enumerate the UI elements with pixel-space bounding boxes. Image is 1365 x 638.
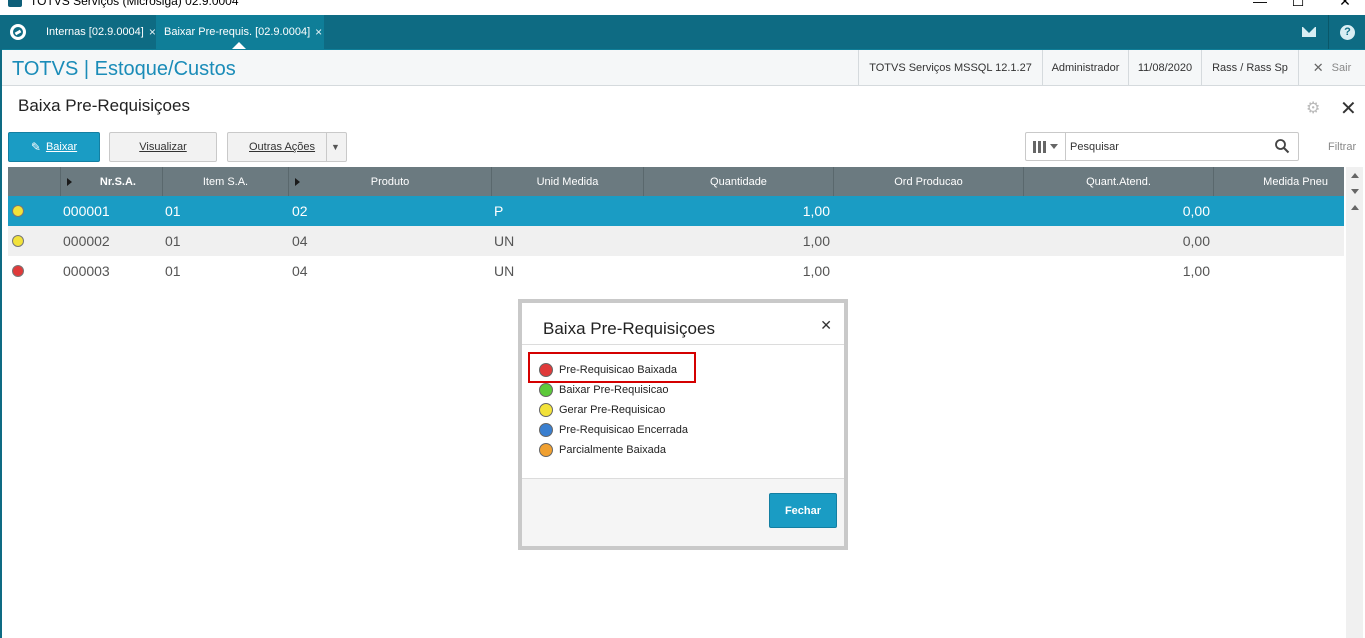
- baixar-label: Baixar: [45, 141, 78, 153]
- status-red-icon[interactable]: [12, 265, 24, 277]
- cell-produto: 04: [292, 233, 308, 249]
- cell-item-sa: 01: [165, 203, 181, 219]
- column-header-ord-producao[interactable]: Ord Producao: [833, 167, 1023, 196]
- scroll-top-icon[interactable]: [1346, 167, 1363, 183]
- totvs-logo-icon[interactable]: [6, 22, 30, 42]
- legend-dialog: Baixa Pre-Requisiçoes ✕ Pre-Requisicao B…: [522, 303, 844, 546]
- module-title: TOTVS | Estoque/Custos: [12, 58, 236, 80]
- divider: [522, 344, 844, 345]
- cell-quantidade: 1,00: [802, 263, 830, 279]
- column-header-medida-pneu[interactable]: Medida Pneu: [1213, 167, 1344, 196]
- search-box: [1025, 132, 1299, 161]
- sort-arrow-icon: [295, 178, 300, 186]
- outras-acoes-label: Outras Ações: [249, 141, 316, 153]
- table-row[interactable]: 000001 01 02 P 1,00 0,00: [8, 196, 1344, 226]
- left-border: [0, 49, 2, 638]
- cell-nr-sa: 000002: [63, 233, 110, 249]
- sort-arrow-icon: [67, 178, 72, 186]
- pencil-icon: ✎: [30, 140, 41, 154]
- columns-selector[interactable]: [1026, 133, 1066, 160]
- search-icon[interactable]: [1274, 138, 1290, 154]
- fechar-button[interactable]: Fechar: [769, 493, 837, 528]
- gear-icon[interactable]: ⚙: [1306, 98, 1320, 118]
- column-header-produto[interactable]: Produto: [288, 167, 491, 196]
- columns-icon: [1033, 140, 1046, 153]
- legend-item-parcial: Parcialmente Baixada: [539, 440, 666, 460]
- date-info[interactable]: 11/08/2020: [1128, 50, 1201, 86]
- user-info[interactable]: Administrador: [1042, 50, 1128, 86]
- visualizar-button[interactable]: Visualizar: [109, 132, 217, 162]
- dropdown-arrow-icon[interactable]: ▼: [326, 133, 344, 161]
- maximize-icon[interactable]: ☐: [1288, 0, 1308, 10]
- tab-bar: Internas [02.9.0004] × Baixar Pre-requis…: [0, 15, 1365, 49]
- table-row[interactable]: 000003 01 04 UN 1,00 1,00: [8, 256, 1344, 286]
- tab-label: Baixar Pre-requis. [02.9.0004]: [164, 26, 311, 38]
- baixar-button[interactable]: ✎ Baixar: [8, 132, 100, 162]
- status-yellow-icon[interactable]: [12, 235, 24, 247]
- legend-item-gerar: Gerar Pre-Requisicao: [539, 400, 665, 420]
- tab-internas[interactable]: Internas [02.9.0004] ×: [38, 15, 156, 49]
- dialog-title: Baixa Pre-Requisiçoes: [543, 319, 715, 338]
- cell-quant-atend: 0,00: [1182, 233, 1210, 249]
- exit-label: Sair: [1331, 62, 1352, 74]
- cell-quantidade: 1,00: [802, 233, 830, 249]
- cell-quant-atend: 1,00: [1182, 263, 1210, 279]
- column-header-nr-sa[interactable]: Nr.S.A.: [60, 167, 162, 196]
- dialog-close-icon[interactable]: ✕: [820, 317, 832, 334]
- column-header-item-sa[interactable]: Item S.A.: [162, 167, 288, 196]
- app-icon: [8, 0, 22, 7]
- grid-header: Nr.S.A. Item S.A. Produto Unid Medida Qu…: [8, 167, 1344, 196]
- orange-status-icon: [539, 443, 553, 457]
- cell-unid-medida: UN: [494, 233, 515, 249]
- table-row[interactable]: 000002 01 04 UN 1,00 0,00: [8, 226, 1344, 256]
- scroll-up-icon[interactable]: [1346, 199, 1363, 215]
- mail-icon[interactable]: [1290, 15, 1328, 49]
- tab-label: Internas [02.9.0004]: [46, 26, 144, 38]
- window-title: TOTVS Serviços (Microsiga) 02.9.0004: [30, 0, 239, 8]
- branch-info[interactable]: Rass / Rass Sp: [1201, 50, 1298, 86]
- red-status-icon: [539, 363, 553, 377]
- legend-dialog-frame: Baixa Pre-Requisiçoes ✕ Pre-Requisicao B…: [518, 299, 848, 550]
- minimize-icon[interactable]: —: [1250, 0, 1270, 9]
- exit-button[interactable]: ✕ Sair: [1298, 50, 1365, 86]
- tab-close-icon[interactable]: ×: [315, 25, 322, 39]
- column-header-quant-atend[interactable]: Quant.Atend.: [1023, 167, 1213, 196]
- cell-nr-sa: 000001: [63, 203, 110, 219]
- cell-nr-sa: 000003: [63, 263, 110, 279]
- search-input[interactable]: [1070, 137, 1270, 157]
- close-icon: ✕: [1312, 60, 1324, 75]
- column-header-unid-medida[interactable]: Unid Medida: [491, 167, 643, 196]
- cell-item-sa: 01: [165, 263, 181, 279]
- blue-status-icon: [539, 423, 553, 437]
- active-tab-indicator: [232, 42, 246, 49]
- os-title-bar: TOTVS Serviços (Microsiga) 02.9.0004 — ☐…: [0, 0, 1365, 15]
- vertical-scrollbar[interactable]: [1346, 167, 1363, 638]
- outras-acoes-button[interactable]: Outras Ações ▼: [227, 132, 347, 162]
- cell-produto: 04: [292, 263, 308, 279]
- green-status-icon: [539, 383, 553, 397]
- cell-produto: 02: [292, 203, 308, 219]
- cell-unid-medida: P: [494, 203, 504, 219]
- column-header-quantidade[interactable]: Quantidade: [643, 167, 833, 196]
- window-close-icon[interactable]: ✕: [1335, 0, 1355, 10]
- status-yellow-icon[interactable]: [12, 205, 24, 217]
- chevron-down-icon: [1050, 144, 1058, 149]
- column-header-status: [8, 167, 60, 196]
- filtrar-link[interactable]: Filtrar: [1328, 141, 1356, 153]
- legend-item-baixar: Baixar Pre-Requisicao: [539, 380, 668, 400]
- cell-unid-medida: UN: [494, 263, 515, 279]
- cell-item-sa: 01: [165, 233, 181, 249]
- close-page-icon[interactable]: ✕: [1340, 96, 1357, 121]
- cell-quantidade: 1,00: [802, 203, 830, 219]
- legend-item-baixada: Pre-Requisicao Baixada: [539, 360, 677, 380]
- legend-item-encerrada: Pre-Requisicao Encerrada: [539, 420, 688, 440]
- tab-close-icon[interactable]: ×: [149, 25, 156, 39]
- module-header: TOTVS | Estoque/Custos TOTVS Serviços MS…: [0, 49, 1365, 86]
- environment-info[interactable]: TOTVS Serviços MSSQL 12.1.27: [858, 50, 1042, 86]
- help-icon[interactable]: ?: [1328, 15, 1365, 49]
- page-title: Baixa Pre-Requisiçoes: [18, 96, 190, 115]
- cell-quant-atend: 0,00: [1182, 203, 1210, 219]
- yellow-status-icon: [539, 403, 553, 417]
- scroll-down-icon[interactable]: [1346, 183, 1363, 199]
